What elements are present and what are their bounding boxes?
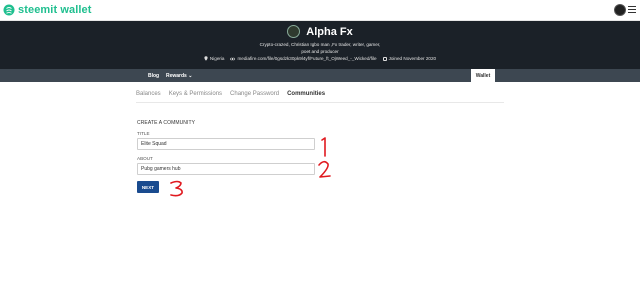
profile-header: Alpha Fx (0, 25, 640, 38)
tabs-divider (136, 102, 504, 103)
location: Nigeria (204, 56, 225, 61)
website[interactable]: mediafire.com/file/0gsdzk30pk9l4yf/Futur… (230, 56, 377, 61)
tab-change-password[interactable]: Change Password (230, 91, 279, 97)
profile-about-line2: poet and producer (301, 49, 339, 54)
joined-text: Joined November 2020 (388, 56, 437, 61)
joined-date: Joined November 2020 (382, 56, 437, 61)
user-avatar[interactable] (614, 4, 626, 16)
nav-rewards[interactable]: Rewards ⌄ (166, 73, 192, 79)
website-link[interactable]: mediafire.com/file/0gsdzk30pk9l4yf/Futur… (237, 56, 376, 61)
brand-name: steemit wallet (18, 4, 92, 16)
steemit-logo[interactable]: steemit wallet (3, 4, 92, 16)
hamburger-menu-icon[interactable] (628, 6, 636, 14)
nav-wallet[interactable]: Wallet (471, 69, 495, 82)
location-pin-icon (204, 56, 208, 61)
location-text: Nigeria (209, 56, 225, 61)
annotation-number-one (321, 137, 326, 157)
profile-name: Alpha Fx (306, 25, 353, 38)
about-label: ABOUT (137, 156, 153, 161)
profile-nav: Blog Rewards ⌄ Wallet (0, 69, 640, 82)
annotation-number-three (170, 180, 183, 197)
tab-communities[interactable]: Communities (287, 91, 325, 97)
title-label: TITLE (137, 131, 150, 136)
profile-about: Crypto-crazed, Christian Igbo man ,Fx tr… (240, 41, 400, 55)
steemit-logo-icon (3, 4, 15, 16)
profile-meta: Nigeria mediafire.com/file/0gsdzk30pk9l4… (0, 56, 640, 61)
profile-banner: Alpha Fx Crypto-crazed, Christian Igbo m… (0, 21, 640, 69)
about-input[interactable] (137, 163, 315, 175)
form-heading: CREATE A COMMUNITY (137, 120, 196, 126)
nav-blog[interactable]: Blog (148, 73, 159, 79)
top-bar: steemit wallet (0, 0, 640, 21)
wallet-tabs: Balances Keys & Permissions Change Passw… (136, 91, 325, 97)
calendar-icon (382, 56, 387, 61)
next-button[interactable]: NEXT (137, 181, 159, 193)
title-input[interactable] (137, 138, 315, 150)
profile-about-line1: Crypto-crazed, Christian Igbo man ,Fx tr… (259, 42, 381, 47)
profile-avatar (287, 25, 301, 38)
tab-keys-permissions[interactable]: Keys & Permissions (169, 91, 222, 97)
link-icon (230, 57, 236, 60)
annotation-number-two (318, 160, 331, 178)
tab-balances[interactable]: Balances (136, 91, 161, 97)
